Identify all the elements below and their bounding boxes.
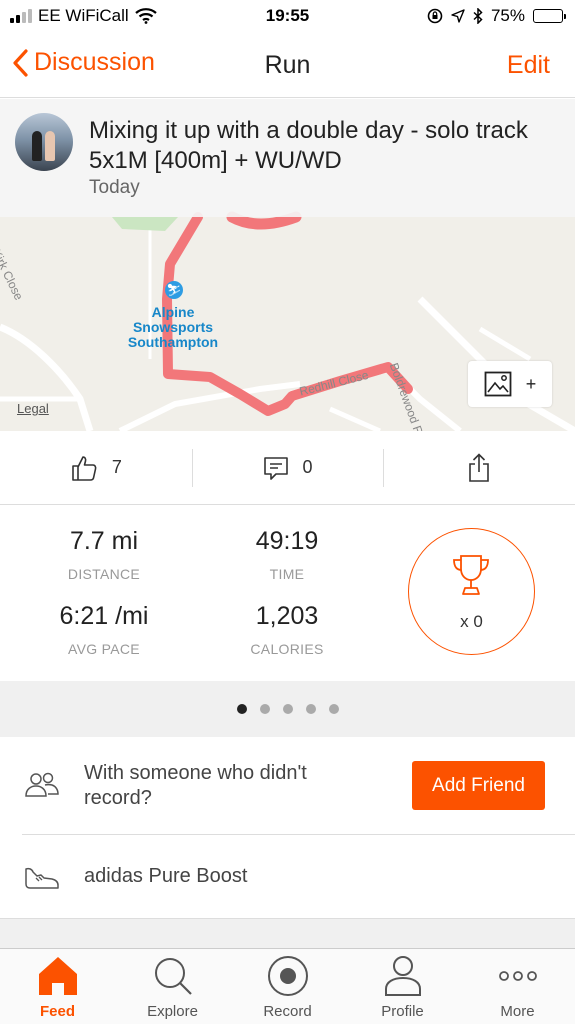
battery-icon bbox=[533, 9, 566, 23]
share-icon bbox=[469, 452, 489, 482]
achievement-count: x 0 bbox=[460, 612, 483, 631]
tab-bar: Feed Explore Record Profile More bbox=[0, 948, 575, 1024]
page-dot[interactable] bbox=[259, 704, 270, 714]
stat-label: TIME bbox=[269, 566, 305, 582]
legal-link[interactable]: Legal bbox=[17, 401, 49, 416]
page-title: Run bbox=[264, 51, 311, 79]
stat-avg-pace: 6:21 /mi AVG PACE bbox=[14, 602, 194, 657]
share-button[interactable] bbox=[383, 431, 575, 504]
page-dot[interactable] bbox=[282, 704, 293, 714]
stat-label: CALORIES bbox=[250, 641, 324, 657]
tab-label: Explore bbox=[147, 1003, 198, 1020]
stat-time: 49:19 TIME bbox=[197, 527, 377, 582]
page-dot[interactable] bbox=[305, 704, 316, 714]
status-indicators: 75% bbox=[427, 6, 566, 26]
activity-stats: 7.7 mi DISTANCE 49:19 TIME 6:21 /mi AVG … bbox=[0, 505, 575, 680]
activity-title: Mixing it up with a double day - solo tr… bbox=[89, 117, 528, 174]
thumbs-up-icon bbox=[72, 455, 97, 481]
avatar[interactable] bbox=[15, 113, 73, 171]
expand-map-button[interactable]: + bbox=[468, 361, 552, 407]
more-icon bbox=[498, 971, 537, 981]
achievements-badge[interactable]: x 0 bbox=[408, 528, 535, 655]
tab-label: Feed bbox=[39, 1003, 75, 1020]
record-icon bbox=[267, 956, 308, 996]
gear-name: adidas Pure Boost bbox=[84, 865, 248, 887]
stat-value: 7.7 mi bbox=[69, 527, 139, 555]
stat-calories: 1,203 CALORIES bbox=[197, 602, 377, 657]
page-dot[interactable] bbox=[236, 704, 247, 714]
social-actions: 7 0 bbox=[0, 431, 575, 505]
stat-label: AVG PACE bbox=[68, 641, 140, 657]
stat-value: 6:21 /mi bbox=[59, 602, 149, 630]
kudos-button[interactable]: 7 bbox=[0, 431, 192, 504]
tab-label: Profile bbox=[381, 1003, 424, 1020]
expand-plus: + bbox=[525, 373, 537, 394]
page-indicator bbox=[0, 681, 575, 737]
battery-percent: 75% bbox=[490, 6, 525, 25]
comment-button[interactable]: 0 bbox=[191, 431, 384, 504]
search-icon bbox=[154, 958, 192, 995]
tab-more[interactable]: More bbox=[460, 949, 575, 1024]
gear-row[interactable]: adidas Pure Boost bbox=[0, 835, 575, 919]
bluetooth-icon bbox=[473, 8, 483, 24]
add-friend-button[interactable]: Add Friend bbox=[412, 761, 545, 810]
poi-pin-icon: ⛷ bbox=[165, 281, 183, 299]
profile-icon bbox=[384, 956, 421, 996]
navigation-bar: Discussion Run Edit bbox=[0, 34, 575, 98]
edit-button[interactable]: Edit bbox=[507, 51, 550, 80]
activity-map[interactable]: Mixing it up with a double day - solo tr… bbox=[0, 99, 575, 431]
rotation-lock-icon bbox=[427, 8, 443, 24]
stat-distance: 7.7 mi DISTANCE bbox=[14, 527, 194, 582]
page-dot[interactable] bbox=[328, 704, 339, 714]
image-icon bbox=[484, 371, 512, 397]
map-poi-label: Alpine Snowsports Southampton bbox=[127, 304, 219, 350]
activity-header: Mixing it up with a double day - solo tr… bbox=[0, 99, 575, 217]
tab-feed[interactable]: Feed bbox=[0, 949, 115, 1024]
tab-explore[interactable]: Explore bbox=[115, 949, 230, 1024]
shoe-icon bbox=[25, 867, 59, 889]
tag-friend-text: With someone who didn't record? bbox=[84, 762, 307, 809]
activity-date: Today bbox=[89, 177, 140, 198]
comment-icon bbox=[263, 456, 288, 480]
comment-count: 0 bbox=[302, 457, 313, 477]
stat-label: DISTANCE bbox=[67, 566, 141, 582]
tab-profile[interactable]: Profile bbox=[345, 949, 460, 1024]
trophy-icon bbox=[453, 555, 489, 595]
section-spacer bbox=[0, 918, 575, 948]
stat-value: 49:19 bbox=[255, 527, 319, 555]
tab-record[interactable]: Record bbox=[230, 949, 345, 1024]
kudos-count: 7 bbox=[111, 457, 122, 477]
tab-label: Record bbox=[263, 1003, 312, 1020]
tab-label: More bbox=[500, 1003, 535, 1020]
tag-friend-row: With someone who didn't record? Add Frie… bbox=[0, 737, 575, 835]
status-bar: EE WiFiCall 19:55 75% bbox=[0, 0, 575, 34]
home-icon bbox=[38, 957, 77, 995]
stat-value: 1,203 bbox=[255, 602, 319, 630]
location-icon bbox=[451, 9, 465, 23]
group-icon bbox=[25, 772, 59, 797]
